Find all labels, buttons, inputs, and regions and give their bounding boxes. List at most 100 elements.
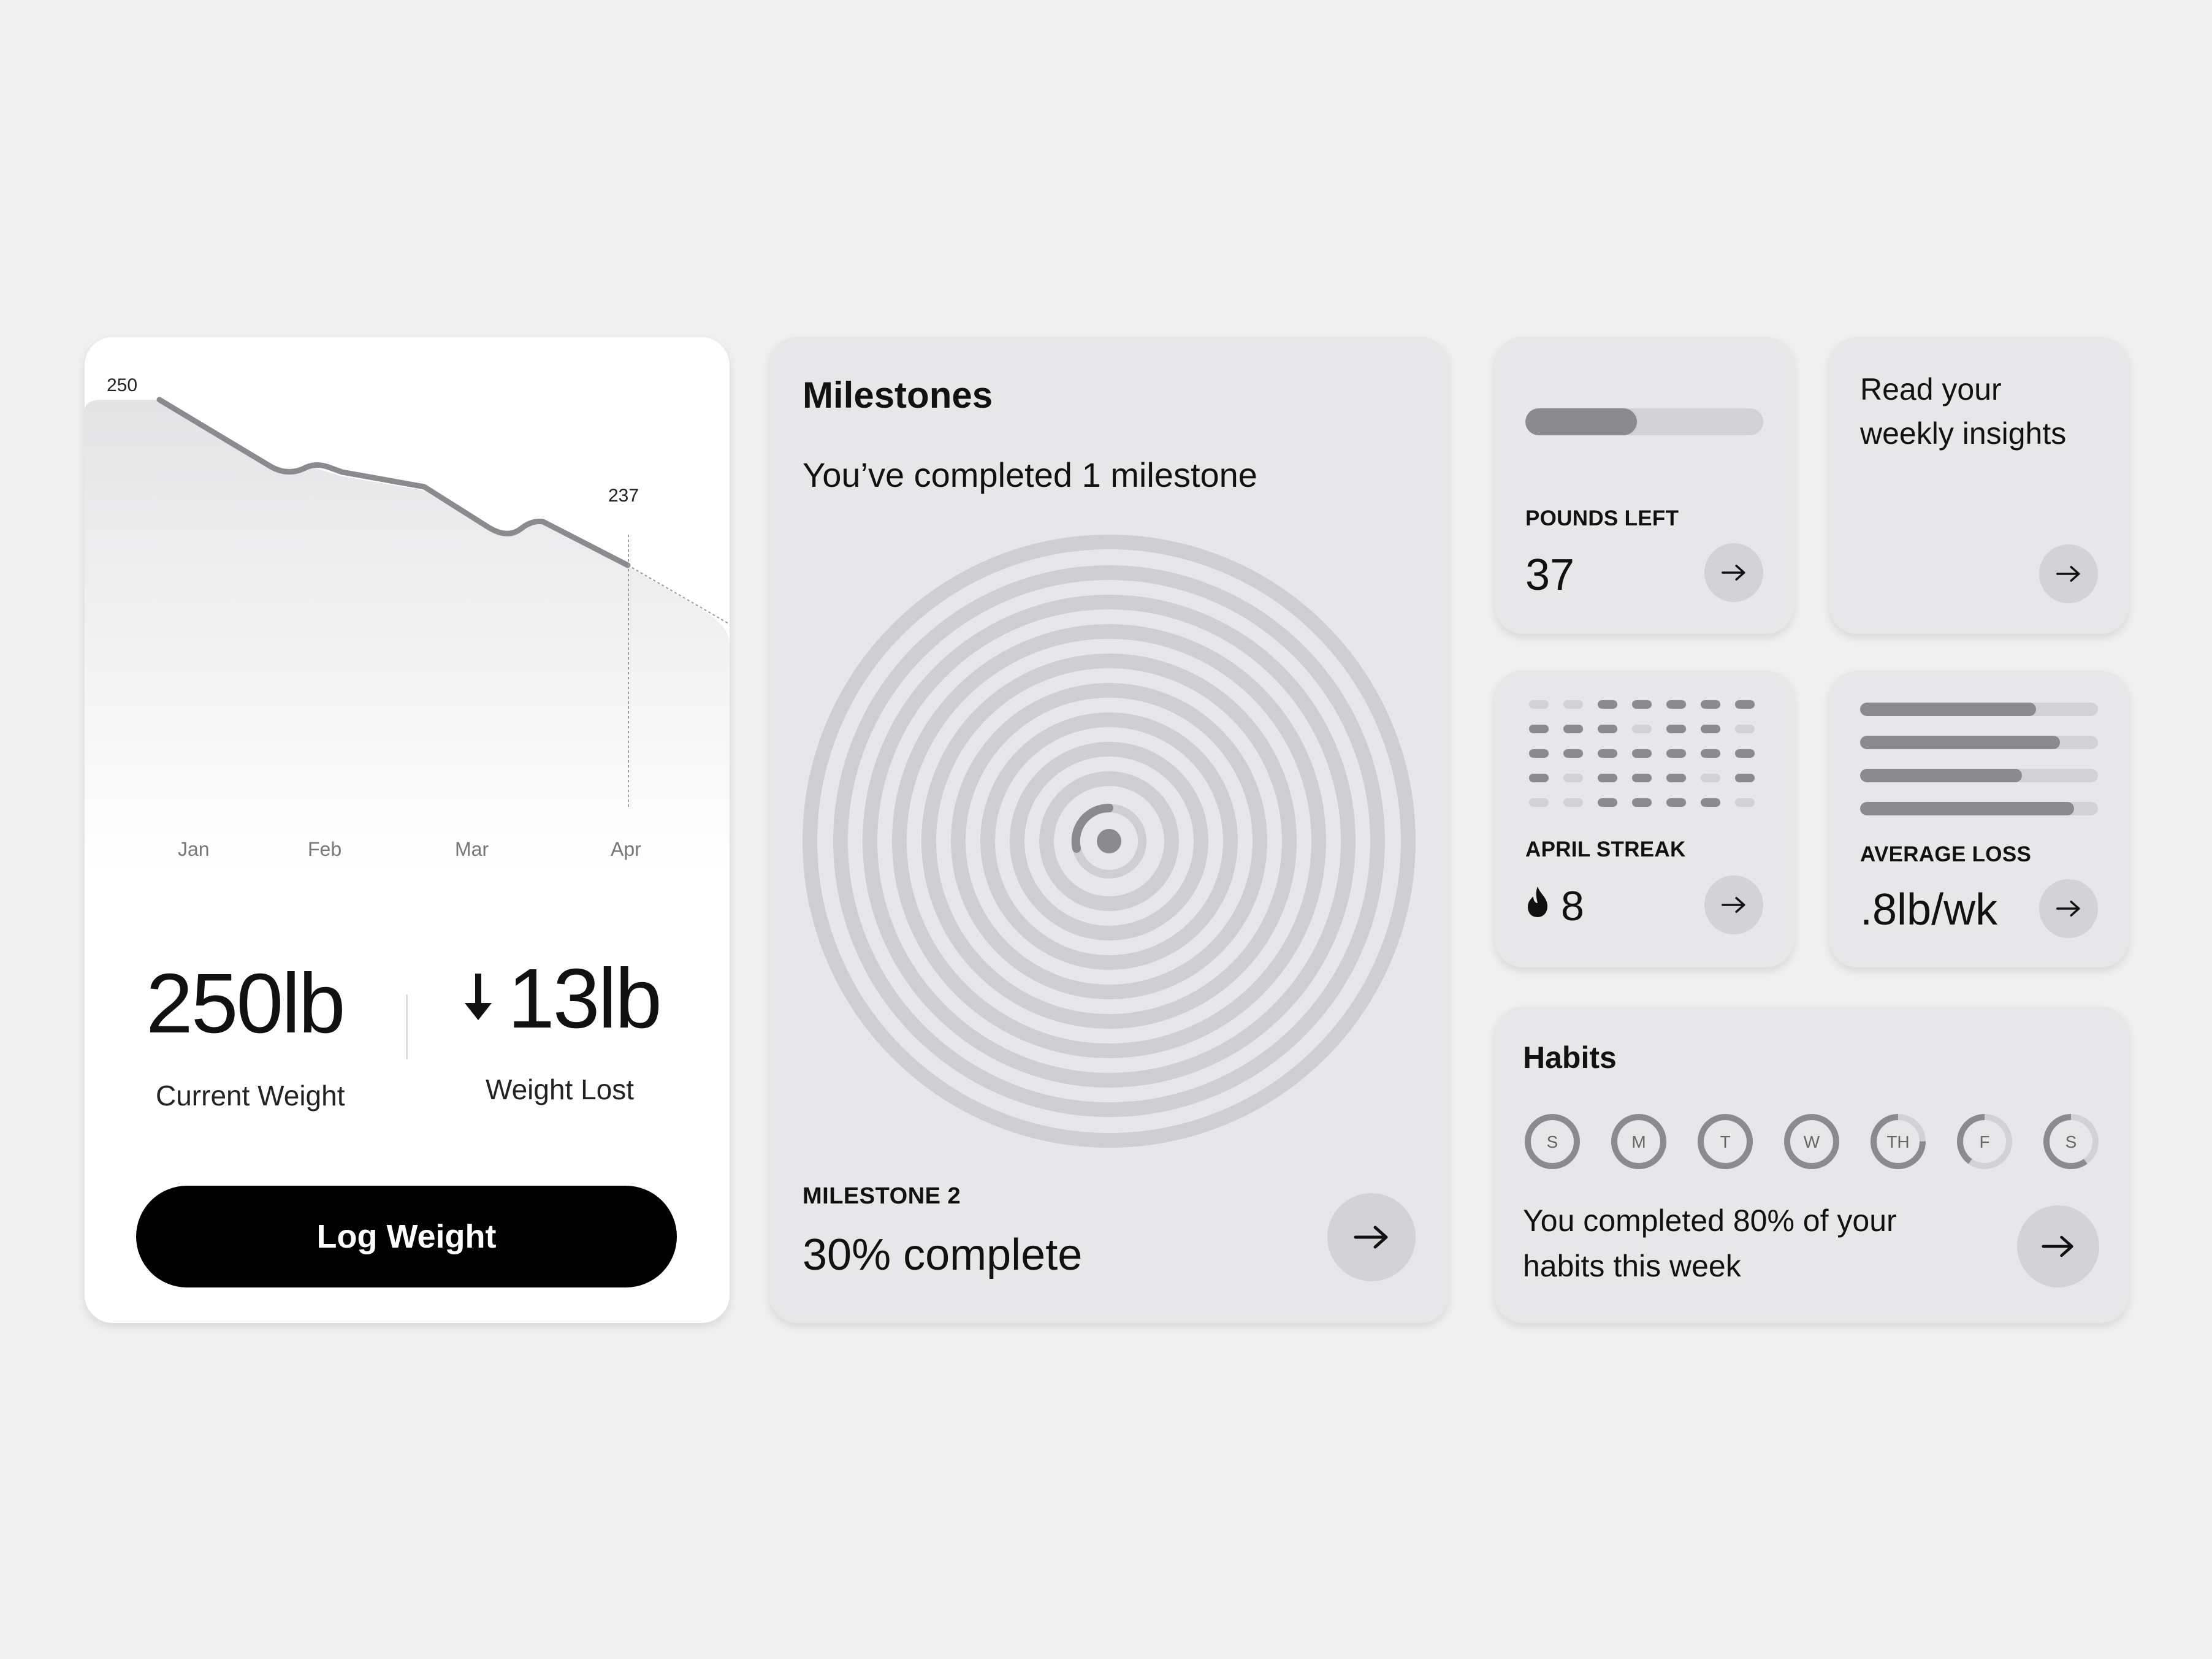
streak-day-cell — [1598, 749, 1617, 758]
streak-day-cell — [1735, 798, 1755, 807]
streak-day-cell — [1598, 700, 1617, 709]
month-label-feb: Feb — [308, 838, 341, 860]
habit-day-label: T — [1720, 1132, 1730, 1151]
milestone-arrow-button[interactable] — [1327, 1193, 1416, 1281]
insights-arrow-button[interactable] — [2039, 544, 2098, 603]
weight-area — [85, 400, 730, 877]
streak-day-cell — [1666, 749, 1686, 758]
average-loss-bar-fill — [1860, 802, 2075, 815]
pounds-left-label: POUNDS LEFT — [1525, 506, 1679, 530]
average-loss-value: .8lb/wk — [1860, 885, 1998, 934]
pounds-left-progress-bar — [1525, 408, 1763, 435]
arrow-right-icon — [1354, 1226, 1388, 1249]
log-weight-button[interactable]: Log Weight — [136, 1186, 677, 1287]
streak-day-cell — [1701, 774, 1720, 782]
insights-text-line1: Read your — [1860, 372, 2002, 406]
insights-text-line2: weekly insights — [1860, 416, 2067, 451]
streak-day-cell — [1563, 749, 1583, 758]
streak-day-cell — [1632, 700, 1652, 709]
habits-summary-line1: You completed 80% of your — [1523, 1203, 1897, 1238]
streak-day-cell — [1598, 725, 1617, 733]
streak-day-cell — [1563, 798, 1583, 807]
arrow-right-icon — [2056, 566, 2080, 582]
arrow-down-icon — [465, 974, 492, 1020]
streak-day-cell — [1632, 798, 1652, 807]
month-label-apr: Apr — [611, 838, 641, 860]
streak-day-cell — [1735, 725, 1755, 733]
habit-day-label: M — [1631, 1132, 1646, 1151]
streak-day-cell — [1529, 798, 1549, 807]
pounds-left-progress-fill — [1525, 408, 1638, 435]
streak-day-cell — [1701, 749, 1720, 758]
month-label-jan: Jan — [178, 838, 210, 860]
weekly-insights-card[interactable]: Read your weekly insights — [1829, 337, 2129, 634]
average-loss-label: AVERAGE LOSS — [1860, 842, 2032, 866]
stat-divider — [406, 994, 408, 1059]
current-weight-value: 250lb — [146, 956, 346, 1051]
average-loss-arrow-button[interactable] — [2039, 879, 2098, 938]
average-loss-bar — [1860, 703, 2098, 716]
habits-title: Habits — [1523, 1040, 1617, 1075]
milestone-progress-text: 30% complete — [803, 1230, 1083, 1280]
habit-day-4[interactable]: TH — [1869, 1112, 1928, 1171]
current-weight-label: Current Weight — [156, 1080, 345, 1112]
pounds-left-arrow-button[interactable] — [1704, 543, 1763, 602]
average-loss-bars — [1860, 703, 2098, 825]
streak-day-cell — [1632, 749, 1652, 758]
april-streak-card: APRIL STREAK 8 — [1495, 671, 1794, 967]
month-label-mar: Mar — [455, 838, 489, 860]
habit-day-label: W — [1804, 1132, 1820, 1151]
streak-day-cell — [1563, 725, 1583, 733]
habits-arrow-button[interactable] — [2017, 1205, 2099, 1287]
streak-day-cell — [1701, 700, 1720, 709]
streak-day-cell — [1598, 774, 1617, 782]
arrow-right-icon — [2056, 901, 2080, 917]
habit-day-label: F — [1979, 1132, 1989, 1151]
weight-card: 250 237 Jan Feb Mar Apr 250lb Current We… — [85, 337, 730, 1323]
habit-day-label: S — [2065, 1132, 2077, 1151]
habit-day-2[interactable]: T — [1696, 1112, 1755, 1171]
streak-day-cell — [1666, 725, 1686, 733]
habit-day-0[interactable]: S — [1523, 1112, 1582, 1171]
april-streak-arrow-button[interactable] — [1704, 875, 1763, 934]
streak-day-cell — [1701, 798, 1720, 807]
milestone-rings-graphic — [803, 535, 1416, 1148]
habit-day-6[interactable]: S — [2042, 1112, 2100, 1171]
arrow-right-icon — [1722, 565, 1745, 581]
weight-chart: 250 237 Jan Feb Mar Apr — [85, 375, 730, 877]
streak-day-cell — [1529, 749, 1549, 758]
average-loss-bar — [1860, 802, 2098, 815]
habit-day-label: TH — [1886, 1132, 1909, 1151]
streak-day-cell — [1666, 774, 1686, 782]
streak-day-cell — [1735, 700, 1755, 709]
flame-icon — [1528, 887, 1547, 917]
habits-summary-line2: habits this week — [1523, 1249, 1741, 1283]
average-loss-bar — [1860, 769, 2098, 782]
milestone-label: MILESTONE 2 — [803, 1183, 961, 1209]
pounds-left-value: 37 — [1525, 551, 1575, 600]
streak-day-cell — [1701, 725, 1720, 733]
weight-lost-value: 13lb — [508, 952, 662, 1046]
streak-day-cell — [1563, 774, 1583, 782]
habit-day-1[interactable]: M — [1609, 1112, 1668, 1171]
streak-day-cell — [1666, 798, 1686, 807]
pounds-left-card: POUNDS LEFT 37 — [1495, 337, 1794, 634]
streak-day-cell — [1632, 725, 1652, 733]
april-streak-value: 8 — [1561, 883, 1584, 929]
streak-calendar-grid — [1529, 700, 1755, 807]
milestones-subtitle: You’ve completed 1 milestone — [803, 456, 1257, 494]
habit-day-5[interactable]: F — [1955, 1112, 2014, 1171]
streak-day-cell — [1598, 798, 1617, 807]
weight-lost-label: Weight Lost — [486, 1074, 635, 1105]
milestones-title: Milestones — [803, 375, 993, 416]
streak-day-cell — [1563, 700, 1583, 709]
streak-day-cell — [1735, 749, 1755, 758]
streak-day-cell — [1529, 774, 1549, 782]
habit-day-label: S — [1547, 1132, 1558, 1151]
point-label-start: 250 — [107, 375, 137, 395]
streak-day-cell — [1529, 700, 1549, 709]
arrow-right-icon — [1722, 897, 1745, 913]
average-loss-bar-fill — [1860, 703, 2037, 716]
habit-day-3[interactable]: W — [1782, 1112, 1841, 1171]
streak-day-cell — [1666, 700, 1686, 709]
